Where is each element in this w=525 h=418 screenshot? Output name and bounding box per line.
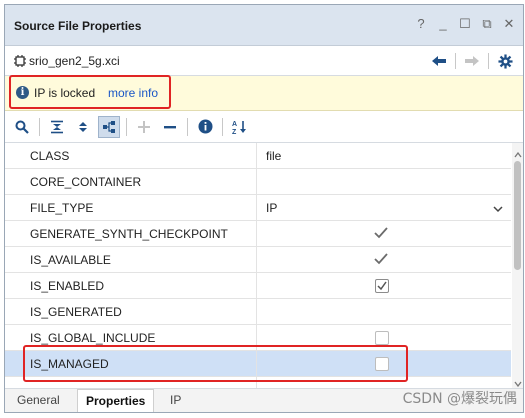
property-row-is-global-include[interactable]: IS_GLOBAL_INCLUDE [5,325,511,351]
property-name-cell: GENERATE_SYNTH_CHECKPOINT [5,221,257,246]
maximize-icon[interactable]: ☐ [459,17,471,31]
info-icon: i [16,86,29,99]
tab-general[interactable]: General [17,393,60,407]
collapse-all-icon[interactable] [46,116,68,138]
gear-icon[interactable] [495,51,515,71]
property-name: IS_ENABLED [30,279,105,293]
window-controls: ? _ ☐ ⧉ ✕ [415,17,515,31]
property-name-cell: IS_GENERATED [5,299,257,324]
checkmark-icon [374,252,388,269]
properties-toolbar: A Z [5,111,523,143]
property-row-generate-synth-checkpoint[interactable]: GENERATE_SYNTH_CHECKPOINT [5,221,511,247]
is-enabled-checkbox[interactable] [375,279,389,293]
more-info-link[interactable]: more info [108,86,158,100]
property-name-cell: FILE_TYPE [5,195,257,220]
toolbar-separator [39,117,40,136]
watermark: CSDN @爆裂玩偶 [402,391,517,407]
checkmark-icon [374,226,388,243]
title-bar: Source File Properties ? _ ☐ ⧉ ✕ [5,5,523,46]
property-name-cell: IS_MANAGED [5,351,257,376]
property-name-cell: IS_GLOBAL_INCLUDE [5,325,257,350]
property-value-cell[interactable] [257,221,511,246]
property-row-core-container[interactable]: CORE_CONTAINER [5,169,511,195]
remove-icon[interactable] [159,116,181,138]
nav-buttons [429,51,515,71]
svg-text:A: A [232,121,237,128]
panel-title: Source File Properties [14,19,142,33]
forward-arrow-icon[interactable] [462,51,482,71]
property-value-cell[interactable]: file [257,143,511,168]
ip-core-icon [13,54,27,68]
property-name-cell: CLASS [5,143,257,168]
property-row-is-available[interactable]: IS_AVAILABLE [5,247,511,273]
is-managed-checkbox[interactable] [375,357,389,371]
search-icon[interactable] [11,116,33,138]
property-name-cell: IS_AVAILABLE [5,247,257,272]
file-name: srio_gen2_5g.xci [29,54,120,68]
property-name: CORE_CONTAINER [30,175,142,189]
property-value-cell[interactable] [257,299,511,324]
property-row-class[interactable]: CLASS file [5,143,511,169]
property-row-is-enabled[interactable]: IS_ENABLED [5,273,511,299]
property-name-cell: IS_ENABLED [5,273,257,298]
property-name: IS_GLOBAL_INCLUDE [30,331,156,345]
toolbar-separator [187,117,188,136]
property-name-cell: CORE_CONTAINER [5,169,257,194]
locked-info-bar: i IP is locked more info [5,76,523,111]
tab-properties[interactable]: Properties [77,389,155,412]
back-arrow-icon[interactable] [429,51,449,71]
property-value-cell[interactable] [257,273,511,298]
property-name: IS_MANAGED [30,357,109,371]
toolbar-separator [126,117,127,136]
property-name: IS_GENERATED [30,305,122,319]
toolbar-separator [488,53,489,69]
vertical-scrollbar[interactable] [512,143,523,388]
source-file-properties-panel: Source File Properties ? _ ☐ ⧉ ✕ srio_ge… [4,4,524,413]
property-row-partial [5,377,511,388]
property-value: IP [266,201,278,215]
property-value-cell[interactable] [257,247,511,272]
property-name: IS_AVAILABLE [30,253,111,267]
ip-locked-message: IP is locked [34,86,96,100]
add-icon[interactable] [133,116,155,138]
properties-table: CLASS file CORE_CONTAINER FILE_TYPE IP G… [5,143,511,388]
property-name: FILE_TYPE [30,201,94,215]
file-type-dropdown[interactable]: IP [257,195,511,220]
property-value-cell[interactable] [257,351,511,376]
property-value-cell[interactable] [257,169,511,194]
toolbar-separator [455,53,456,69]
float-icon[interactable]: ⧉ [481,17,493,31]
scroll-up-icon[interactable] [514,147,522,161]
property-name-cell [5,377,257,388]
property-name: CLASS [30,149,70,163]
scrollbar-thumb[interactable] [514,161,521,270]
help-icon[interactable]: ? [415,17,427,31]
property-value-cell [257,377,511,388]
property-row-file-type[interactable]: FILE_TYPE IP [5,195,511,221]
close-icon[interactable]: ✕ [503,17,515,31]
toolbar-separator [222,117,223,136]
expand-all-icon[interactable] [72,116,94,138]
tab-ip[interactable]: IP [170,393,181,407]
minimize-icon[interactable]: _ [437,17,449,31]
sort-az-icon[interactable]: A Z [229,116,251,138]
file-bar: srio_gen2_5g.xci [5,46,523,76]
is-global-include-checkbox[interactable] [375,331,389,345]
group-by-category-icon[interactable] [98,115,120,138]
property-row-is-managed[interactable]: IS_MANAGED [5,351,511,377]
chevron-down-icon[interactable] [493,202,503,216]
info-icon[interactable] [194,116,216,138]
property-value: file [266,149,282,163]
property-name: GENERATE_SYNTH_CHECKPOINT [30,227,228,241]
property-value-cell[interactable] [257,325,511,350]
svg-text:Z: Z [232,129,237,135]
property-row-is-generated[interactable]: IS_GENERATED [5,299,511,325]
